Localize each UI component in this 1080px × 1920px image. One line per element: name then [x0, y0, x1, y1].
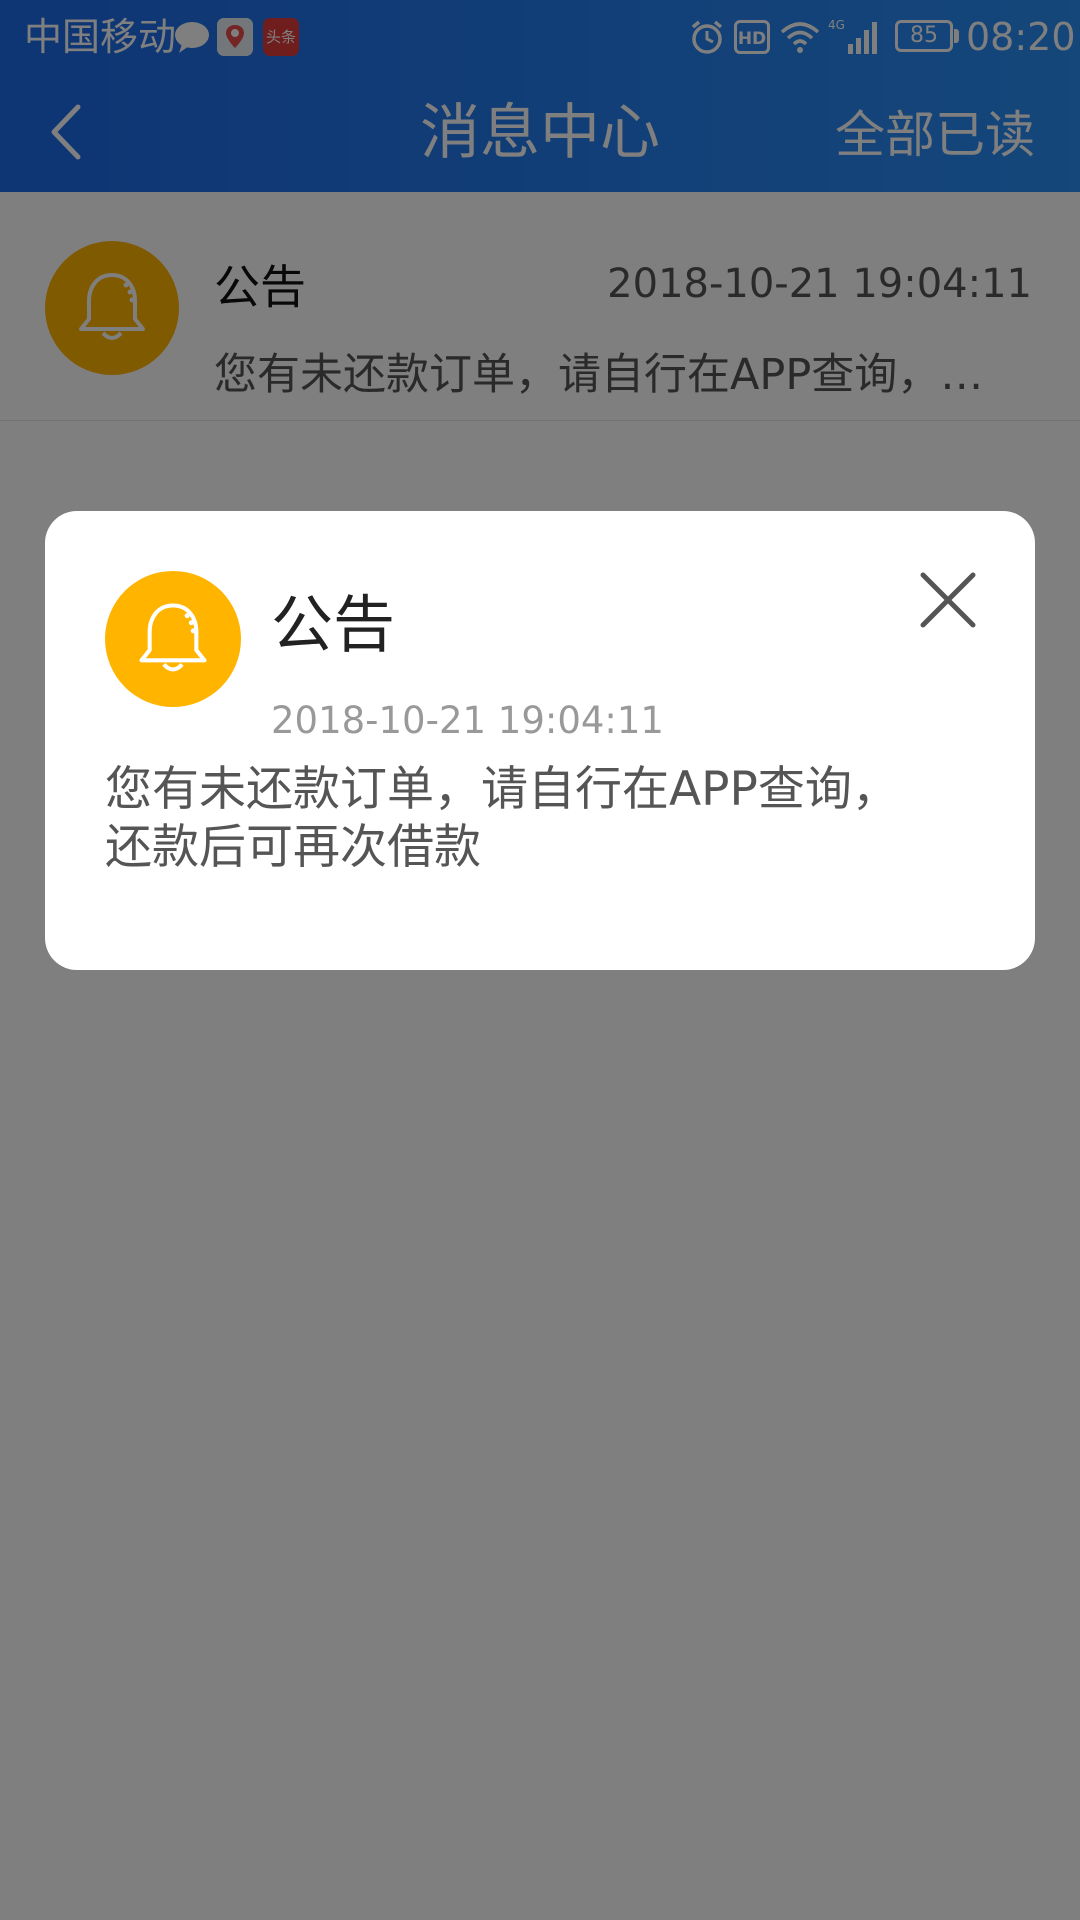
close-icon — [920, 572, 976, 628]
dialog-body-line: 您有未还款订单，请自行在APP查询， — [105, 762, 899, 817]
announcement-dialog: 公告 2018-10-21 19:04:11 您有未还款订单，请自行在APP查询… — [45, 511, 1035, 970]
dialog-body-line: 还款后可再次借款 — [105, 820, 481, 875]
dialog-body: 您有未还款订单，请自行在APP查询， 还款后可再次借款 — [105, 761, 945, 877]
app-screen: 中国移动 头条 HD — [0, 0, 1080, 1920]
bell-icon — [139, 603, 207, 672]
close-button[interactable] — [915, 567, 981, 633]
dialog-title: 公告 — [271, 588, 396, 661]
dialog-time: 2018-10-21 19:04:11 — [271, 699, 664, 742]
dialog-avatar — [105, 571, 241, 707]
